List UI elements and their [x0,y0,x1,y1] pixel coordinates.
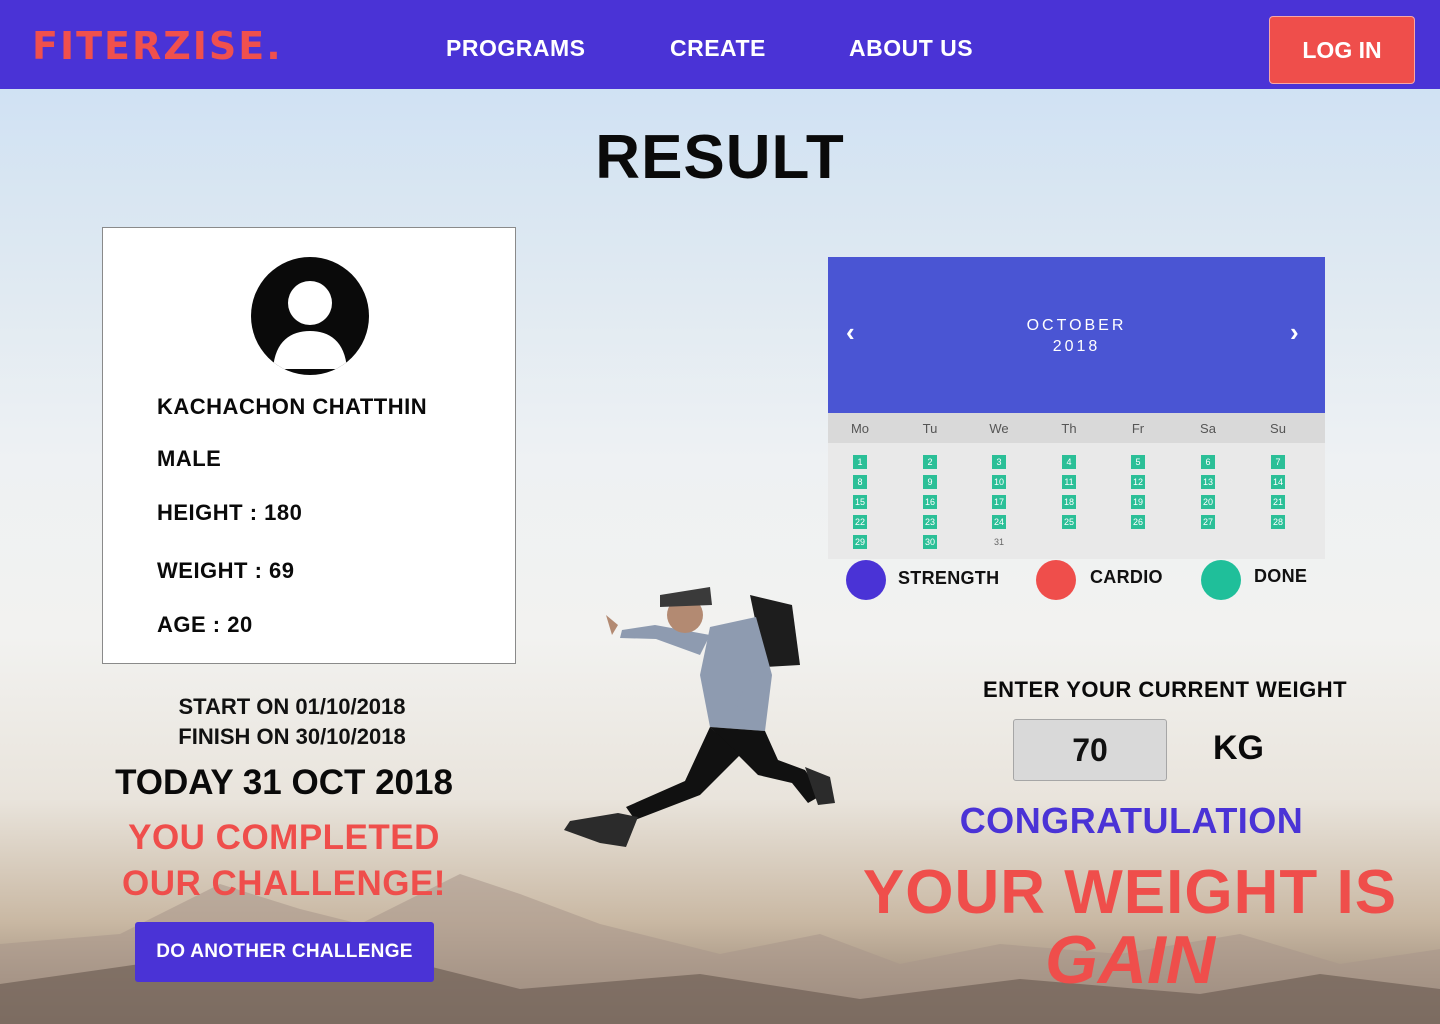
legend-dot-cardio [1036,560,1076,600]
nav-link-about-us[interactable]: ABOUT US [849,34,973,62]
calendar-weekday: Sa [1200,421,1216,436]
calendar-day[interactable]: 21 [1271,495,1285,509]
today-date: TODAY 31 OCT 2018 [115,763,453,802]
calendar-day[interactable]: 13 [1201,475,1215,489]
legend-label-cardio: CARDIO [1090,567,1163,587]
calendar-weekday: Th [1061,421,1077,436]
calendar-day[interactable]: 18 [1062,495,1076,509]
calendar-day[interactable]: 22 [853,515,867,529]
jumping-runner-image [564,587,835,847]
calendar-day[interactable]: 19 [1131,495,1145,509]
start-date: START ON 01/10/2018 [178,694,406,719]
page-title: RESULT [595,123,845,192]
calendar-day[interactable]: 5 [1131,455,1145,469]
calendar-day[interactable]: 4 [1062,455,1076,469]
calendar-day[interactable]: 26 [1131,515,1145,529]
legend-dot-strength [846,560,886,600]
profile-age: AGE : 20 [157,612,253,637]
challenge-calendar: ‹ OCTOBER 2018 › Mo Tu We Th Fr Sa Su 12345678… [828,257,1325,559]
calendar-day[interactable]: 31 [992,535,1006,549]
calendar-day[interactable]: 11 [1062,475,1076,489]
nav-link-create[interactable]: CREATE [670,34,766,62]
calendar-day[interactable]: 12 [1131,475,1145,489]
calendar-day[interactable]: 27 [1201,515,1215,529]
completed-line-2: OUR CHALLENGE! [122,864,446,903]
calendar-weekday-row: Mo Tu We Th Fr Sa Su [828,413,1325,443]
weight-unit: KG [1213,729,1264,767]
calendar-day[interactable]: 20 [1201,495,1215,509]
legend-dot-done [1201,560,1241,600]
calendar-year: 2018 [1052,338,1101,355]
brand-logo[interactable]: FITERZISE. [32,26,283,66]
profile-weight: WEIGHT : 69 [157,558,295,583]
calendar-day[interactable]: 14 [1271,475,1285,489]
calendar-day[interactable]: 2 [923,455,937,469]
calendar-day[interactable]: 30 [923,535,937,549]
calendar-day[interactable]: 8 [853,475,867,489]
legend-label-done: DONE [1254,566,1308,586]
calendar-day[interactable]: 15 [853,495,867,509]
calendar-weekday: Su [1270,421,1286,436]
calendar-day[interactable]: 24 [992,515,1006,529]
weight-result-line-1: YOUR WEIGHT IS [862,858,1398,927]
calendar-header: ‹ OCTOBER 2018 › [828,257,1325,413]
completed-message: YOU COMPLETED OUR CHALLENGE! [84,815,484,907]
calendar-day[interactable]: 10 [992,475,1006,489]
calendar-next-button[interactable]: › [1290,319,1299,345]
calendar-day[interactable]: 29 [853,535,867,549]
finish-date: FINISH ON 30/10/2018 [178,724,406,749]
nav-link-programs[interactable]: PROGRAMS [446,34,585,62]
calendar-weekday: We [989,421,1009,436]
profile-gender: MALE [157,446,222,471]
login-button[interactable]: LOG IN [1269,16,1415,84]
weight-result-status: GAIN [1045,922,1215,998]
calendar-weekday: Tu [922,421,938,436]
calendar-day[interactable]: 23 [923,515,937,529]
user-avatar-icon [251,257,369,375]
weight-entry-label: ENTER YOUR CURRENT WEIGHT [982,677,1348,702]
calendar-day[interactable]: 28 [1271,515,1285,529]
calendar-day[interactable]: 17 [992,495,1006,509]
profile-card: KACHACHON CHATTHIN MALE HEIGHT : 180 WEI… [102,227,516,664]
calendar-day[interactable]: 1 [853,455,867,469]
legend-label-strength: STRENGTH [898,568,1000,588]
calendar-weekday: Mo [850,421,870,436]
completed-line-1: YOU COMPLETED [128,818,440,857]
current-weight-input[interactable] [1013,719,1167,781]
calendar-month: OCTOBER [1026,317,1127,334]
profile-name: KACHACHON CHATTHIN [157,394,428,419]
do-another-challenge-button[interactable]: DO ANOTHER CHALLENGE [135,922,434,982]
profile-height: HEIGHT : 180 [157,500,303,525]
top-navbar: FITERZISE. PROGRAMS CREATE ABOUT US LOG … [0,0,1440,89]
calendar-day[interactable]: 3 [992,455,1006,469]
calendar-month-year: OCTOBER 2018 [828,315,1325,357]
calendar-day[interactable]: 6 [1201,455,1215,469]
congratulation-text: CONGRATULATION [959,800,1304,841]
calendar-day[interactable]: 7 [1271,455,1285,469]
calendar-weekday: Fr [1131,421,1145,436]
calendar-day[interactable]: 9 [923,475,937,489]
calendar-day[interactable]: 25 [1062,515,1076,529]
calendar-day[interactable]: 16 [923,495,937,509]
